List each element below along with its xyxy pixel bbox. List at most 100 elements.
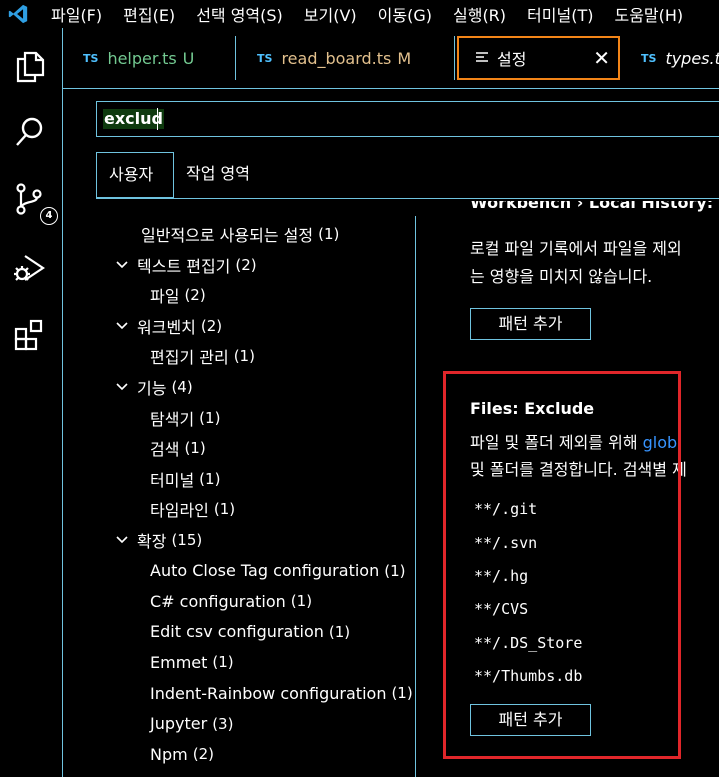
toc-item-label: 파일 <box>150 287 180 307</box>
toc-item[interactable]: 편집기 관리 (1) <box>150 342 255 370</box>
toc-item[interactable]: 타임라인 (1) <box>150 495 235 523</box>
toc-item-count: (1) <box>213 500 236 519</box>
menu-terminal[interactable]: 터미널(T) <box>527 2 593 26</box>
toc-item[interactable]: Auto Close Tag configuration (1) <box>150 557 405 585</box>
ts-file-icon: TS <box>257 51 273 65</box>
tab-helper-ts[interactable]: TS helper.ts U <box>63 36 236 80</box>
search-icon[interactable] <box>12 114 48 150</box>
add-pattern-button[interactable]: 패턴 추가 <box>470 308 591 340</box>
toc-item-label: Auto Close Tag configuration <box>150 561 380 581</box>
tab-status-modified: M <box>397 48 412 68</box>
toc-item-label: Emmet <box>150 652 208 672</box>
toc-group-item[interactable]: 기능 (4) <box>115 373 193 401</box>
toc-item-count: (2) <box>200 316 223 335</box>
toc-item-label: Npm <box>150 744 188 764</box>
editor-tab-bar: TS helper.ts U TS read_board.ts M 설정 ✕ T… <box>63 28 719 89</box>
toc-item-count: (1) <box>184 439 206 458</box>
chevron-down-icon[interactable] <box>115 380 129 394</box>
setting-description: 파일 및 폴더 제외를 위해 glob <box>470 429 677 453</box>
chevron-down-icon[interactable] <box>115 533 129 547</box>
toc-item-count: (1) <box>290 592 313 611</box>
exclude-pattern-item[interactable]: **/.hg <box>474 567 528 585</box>
explorer-icon[interactable] <box>12 49 48 85</box>
toc-item[interactable]: Indent-Rainbow configuration (1) <box>150 679 413 707</box>
toc-item[interactable]: Npm (2) <box>150 740 214 768</box>
extensions-icon[interactable] <box>12 318 48 354</box>
toc-group-item[interactable]: 워크벤치 (2) <box>115 312 222 340</box>
tab-settings[interactable]: 설정 ✕ <box>457 36 620 80</box>
scm-badge: 4 <box>40 207 58 225</box>
source-control-icon[interactable]: 4 <box>12 181 58 225</box>
toc-item-count: (1) <box>199 469 221 488</box>
description-text: 파일 및 폴더 제외를 위해 <box>470 433 643 452</box>
toc-item[interactable]: 파일 (2) <box>150 281 206 309</box>
toc-group-item[interactable]: 확장 (15) <box>115 526 202 554</box>
toc-item-count: (1) <box>212 653 234 672</box>
toc-item-count: (1) <box>318 225 340 243</box>
toc-item[interactable]: 터미널 (1) <box>150 465 220 493</box>
exclude-pattern-item[interactable]: **/.svn <box>474 534 537 552</box>
ts-file-icon: TS <box>641 51 657 65</box>
menu-selection[interactable]: 선택 영역(S) <box>196 2 283 26</box>
tab-workspace-settings[interactable]: 작업 영역 <box>186 152 250 198</box>
menu-edit[interactable]: 편집(E) <box>123 2 175 26</box>
menu-bar: 파일(F) 편집(E) 선택 영역(S) 보기(V) 이동(G) 실행(R) 터… <box>0 0 719 28</box>
menu-go[interactable]: 이동(G) <box>378 2 432 26</box>
vscode-logo-icon[interactable] <box>7 3 29 25</box>
setting-description: 는 영향을 미치지 않습니다. <box>470 267 653 286</box>
toc-item-label: Jupyter <box>150 714 208 734</box>
toc-group-item[interactable]: 텍스트 편집기 (2) <box>115 251 257 279</box>
exclude-pattern-item[interactable]: **/.git <box>474 500 537 518</box>
tab-label: types.ts <box>665 48 719 68</box>
exclude-pattern-item[interactable]: **/.DS_Store <box>474 634 582 652</box>
tab-status-untracked: U <box>182 48 195 68</box>
tab-read-board-ts[interactable]: TS read_board.ts M <box>237 36 455 80</box>
toc-item-label: 타임라인 <box>150 501 209 521</box>
toc-item[interactable]: 검색 (1) <box>150 434 206 462</box>
chevron-down-icon[interactable] <box>115 258 129 272</box>
toc-item-label: 검색 <box>150 440 180 460</box>
toc-item-count: (2) <box>184 286 206 305</box>
toc-item-count: (1) <box>391 684 413 702</box>
toc-item-label: 기능 <box>137 379 167 398</box>
setting-title-files-exclude: Files: Exclude <box>470 399 595 418</box>
search-query: exclud <box>103 109 164 129</box>
menu-view[interactable]: 보기(V) <box>304 2 357 26</box>
toc-item-label: C# configuration <box>150 591 286 611</box>
exclude-pattern-item[interactable]: **/Thumbs.db <box>474 667 582 685</box>
toc-item-label: 일반적으로 사용되는 설정 <box>141 226 314 245</box>
toc-item[interactable]: Jupyter (3) <box>150 710 233 738</box>
run-debug-icon[interactable] <box>12 250 48 286</box>
settings-file-icon <box>476 52 488 62</box>
glob-link[interactable]: glob <box>643 433 678 452</box>
toc-item[interactable]: Edit csv configuration (1) <box>150 618 350 646</box>
add-pattern-button[interactable]: 패턴 추가 <box>470 704 591 736</box>
menu-help[interactable]: 도움말(H) <box>614 2 683 26</box>
toc-item-count: (3) <box>212 714 234 733</box>
toc-item-count: (2) <box>235 255 257 274</box>
activity-bar: 4 <box>0 28 63 777</box>
tab-types-ts[interactable]: TS types.ts <box>621 36 719 80</box>
settings-search-input[interactable]: exclud <box>96 101 719 137</box>
toc-item-label: 탐색기 <box>150 409 195 429</box>
toc-item[interactable]: 일반적으로 사용되는 설정 (1) <box>141 220 339 248</box>
exclude-pattern-item[interactable]: **/CVS <box>474 600 528 618</box>
close-icon[interactable]: ✕ <box>593 46 610 70</box>
tab-user-settings[interactable]: 사용자 <box>96 152 174 198</box>
toc-item-count: (1) <box>199 408 221 427</box>
tab-label: read_board.ts <box>281 48 392 68</box>
chevron-down-icon[interactable] <box>115 319 129 333</box>
setting-description: 로컬 파일 기록에서 파일을 제외 <box>470 239 682 258</box>
toc-item-count: (4) <box>171 378 193 396</box>
toc-item[interactable]: C# configuration (1) <box>150 587 312 615</box>
toc-item-label: 편집기 관리 <box>150 348 229 368</box>
text-caret <box>157 108 158 130</box>
toc-item-count: (2) <box>192 745 214 764</box>
toc-item[interactable]: 탐색기 (1) <box>150 404 220 432</box>
settings-scope-tabs: 사용자 작업 영역 <box>96 152 719 198</box>
menu-run[interactable]: 실행(R) <box>453 2 506 26</box>
tab-label: helper.ts <box>107 48 177 68</box>
toc-item[interactable]: Emmet (1) <box>150 648 234 676</box>
menu-file[interactable]: 파일(F) <box>51 2 102 26</box>
settings-toc: 일반적으로 사용되는 설정 (1) 텍스트 편집기 (2) 파일 (2) 워크벤치 (2) 편집… <box>63 216 415 777</box>
